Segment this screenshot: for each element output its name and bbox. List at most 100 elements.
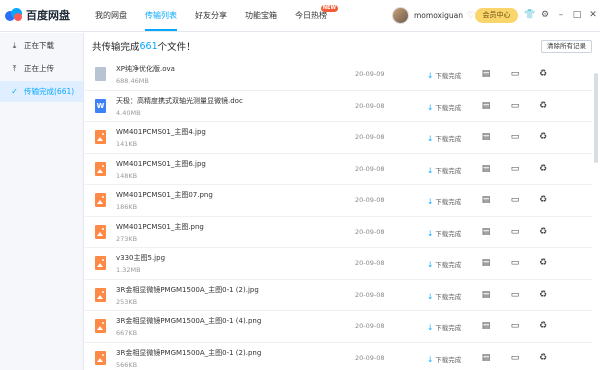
status-text: 下载完成 xyxy=(435,261,462,269)
app-logo[interactable]: 百度网盘 xyxy=(5,7,70,23)
delete-record-icon[interactable]: ♻ xyxy=(538,101,548,111)
tab-toolbox[interactable]: 功能宝箱 xyxy=(236,0,286,32)
member-center-button[interactable]: 会员中心 xyxy=(475,8,518,23)
open-folder-icon[interactable]: ▭ xyxy=(510,101,520,111)
sidebar-item-label: 正在下载 xyxy=(24,41,54,50)
file-size: 667KB xyxy=(116,329,138,337)
file-size: 566KB xyxy=(116,360,138,369)
open-folder-icon[interactable]: ▭ xyxy=(510,321,520,331)
open-file-icon[interactable]: ▤ xyxy=(481,195,491,205)
file-date: 20-09-08 xyxy=(355,164,385,173)
file-name[interactable]: XP纯净优化版.ova xyxy=(116,64,175,74)
tab-friend-share[interactable]: 好友分享 xyxy=(186,0,236,32)
sidebar-item-completed[interactable]: ✓ 传输完成(661) xyxy=(0,81,83,102)
sidebar-item-uploading[interactable]: ⤒ 正在上传 xyxy=(0,58,83,79)
file-date: 20-09-08 xyxy=(355,101,385,110)
open-file-icon[interactable]: ▤ xyxy=(481,321,491,331)
download-icon: ⤓ xyxy=(12,41,17,50)
file-name[interactable]: WM401PCMS01_主图07.png xyxy=(116,190,213,200)
open-file-icon[interactable]: ▤ xyxy=(481,101,491,111)
open-file-icon[interactable]: ▤ xyxy=(481,353,491,363)
open-folder-icon[interactable]: ▭ xyxy=(510,164,520,174)
gear-icon[interactable]: ⚙ xyxy=(540,10,550,20)
download-status: ↓ 下载完成 xyxy=(427,196,461,206)
maximize-icon[interactable]: □ xyxy=(572,10,582,20)
open-folder-icon[interactable]: ▭ xyxy=(510,290,520,300)
open-file-icon[interactable]: ▤ xyxy=(481,132,491,142)
list-item[interactable]: WM401PCMS01_主图6.jpg 148KB 20-09-08 ↓ 下载完成… xyxy=(85,154,592,185)
open-folder-icon[interactable]: ▭ xyxy=(510,195,520,205)
sidebar-item-downloading[interactable]: ⤓ 正在下载 xyxy=(0,35,83,56)
sidebar-item-label: 正在上传 xyxy=(24,64,54,73)
open-folder-icon[interactable]: ▭ xyxy=(510,353,520,363)
open-folder-icon[interactable]: ▭ xyxy=(510,258,520,268)
list-item[interactable]: 3R金相显微镜PMGM1500A_主图0-1 (2).png 566KB 20-… xyxy=(85,343,592,370)
file-name[interactable]: WM401PCMS01_主图6.jpg xyxy=(116,159,206,169)
download-status: ↓ 下载完成 xyxy=(427,228,461,238)
open-file-icon[interactable]: ▤ xyxy=(481,290,491,300)
file-name[interactable]: WM401PCMS01_主图.png xyxy=(116,222,204,232)
file-size: 1.32MB xyxy=(116,266,141,274)
delete-record-icon[interactable]: ♻ xyxy=(538,290,548,300)
status-text: 下载完成 xyxy=(435,355,462,364)
list-item[interactable]: WM401PCMS01_主图4.jpg 141KB 20-09-08 ↓ 下载完成… xyxy=(85,122,592,154)
scrollbar[interactable] xyxy=(592,33,600,370)
file-date: 20-09-08 xyxy=(355,322,385,330)
list-item[interactable]: WM401PCMS01_主图.png 273KB 20-09-08 ↓ 下载完成 … xyxy=(85,217,592,248)
download-status: ↓ 下载完成 xyxy=(427,259,461,269)
list-item[interactable]: 3R金相显微镜PMGM1500A_主图0-1 (2).jpg 253KB 20-… xyxy=(85,280,592,311)
tab-label: 传输列表 xyxy=(145,11,177,20)
download-status: ↓ 下载完成 xyxy=(427,291,461,301)
scroll-thumb[interactable] xyxy=(594,73,598,163)
tab-hot-list[interactable]: 今日热榜 NEW xyxy=(286,0,338,32)
open-file-icon[interactable]: ▤ xyxy=(481,164,491,174)
minimize-icon[interactable]: – xyxy=(556,10,566,20)
delete-record-icon[interactable]: ♻ xyxy=(538,227,548,237)
file-name[interactable]: WM401PCMS01_主图4.jpg xyxy=(116,127,206,137)
delete-record-icon[interactable]: ♻ xyxy=(538,353,548,363)
file-name[interactable]: v330主图5.jpg xyxy=(116,253,165,263)
list-item[interactable]: WM401PCMS01_主图07.png 186KB 20-09-08 ↓ 下载完… xyxy=(85,185,592,217)
upload-icon: ⤒ xyxy=(12,64,17,73)
file-name[interactable]: 天极：高精度携式双轴光测量显微镜.doc xyxy=(116,96,243,106)
avatar[interactable] xyxy=(392,7,409,24)
tab-transfer-list[interactable]: 传输列表 xyxy=(136,0,186,32)
delete-record-icon[interactable]: ♻ xyxy=(538,195,548,205)
image-file-icon xyxy=(95,256,106,270)
list-item[interactable]: v330主图5.jpg 1.32MB 20-09-08 ↓ 下载完成 ▤ ▭ ♻ xyxy=(85,248,592,280)
main-nav: 我的网盘 传输列表 好友分享 功能宝箱 今日热榜 NEW xyxy=(86,0,338,32)
open-file-icon[interactable]: ▤ xyxy=(481,258,491,268)
heart-icon[interactable]: ♡ xyxy=(467,11,475,21)
open-file-icon[interactable]: ▤ xyxy=(481,69,491,79)
list-item[interactable]: W 天极：高精度携式双轴光测量显微镜.doc 4.40MB 20-09-08 ↓… xyxy=(85,91,592,122)
file-name[interactable]: 3R金相显微镜PMGM1500A_主图0-1 (2).png xyxy=(116,348,261,358)
file-name[interactable]: 3R金相显微镜PMGM1500A_主图0-1 (2).jpg xyxy=(116,285,259,295)
clear-all-records-button[interactable]: 清除所有记录 xyxy=(541,40,592,53)
delete-record-icon[interactable]: ♻ xyxy=(538,258,548,268)
close-icon[interactable]: ✕ xyxy=(588,10,598,20)
username: momoxiguan xyxy=(414,11,463,20)
image-file-icon xyxy=(95,350,106,365)
tab-my-drive[interactable]: 我的网盘 xyxy=(86,0,136,32)
file-size: 186KB xyxy=(116,203,138,211)
open-folder-icon[interactable]: ▭ xyxy=(510,69,520,79)
user-profile[interactable]: momoxiguan ♡ xyxy=(392,7,475,24)
file-name[interactable]: 3R金相显微镜PMGM1500A_主图0-1 (4).png xyxy=(116,316,261,326)
file-date: 20-09-08 xyxy=(355,133,385,141)
open-folder-icon[interactable]: ▭ xyxy=(510,132,520,142)
file-date: 20-09-08 xyxy=(355,353,385,362)
file-size: 688.46MB xyxy=(116,77,149,85)
list-item[interactable]: XP纯净优化版.ova 688.46MB 20-09-09 ↓ 下载完成 ▤ ▭ … xyxy=(85,59,592,91)
open-file-icon[interactable]: ▤ xyxy=(481,227,491,237)
delete-record-icon[interactable]: ♻ xyxy=(538,164,548,174)
delete-record-icon[interactable]: ♻ xyxy=(538,321,548,331)
delete-record-icon[interactable]: ♻ xyxy=(538,132,548,142)
list-item[interactable]: 3R金相显微镜PMGM1500A_主图0-1 (4).png 667KB 20-… xyxy=(85,311,592,343)
file-size: 273KB xyxy=(116,234,138,243)
delete-record-icon[interactable]: ♻ xyxy=(538,69,548,79)
shirt-icon[interactable]: 👕 xyxy=(524,10,535,20)
title-suffix: 个文件！ xyxy=(157,42,196,53)
file-size: 4.40MB xyxy=(116,108,141,117)
new-badge: NEW xyxy=(320,5,338,12)
open-folder-icon[interactable]: ▭ xyxy=(510,227,520,237)
